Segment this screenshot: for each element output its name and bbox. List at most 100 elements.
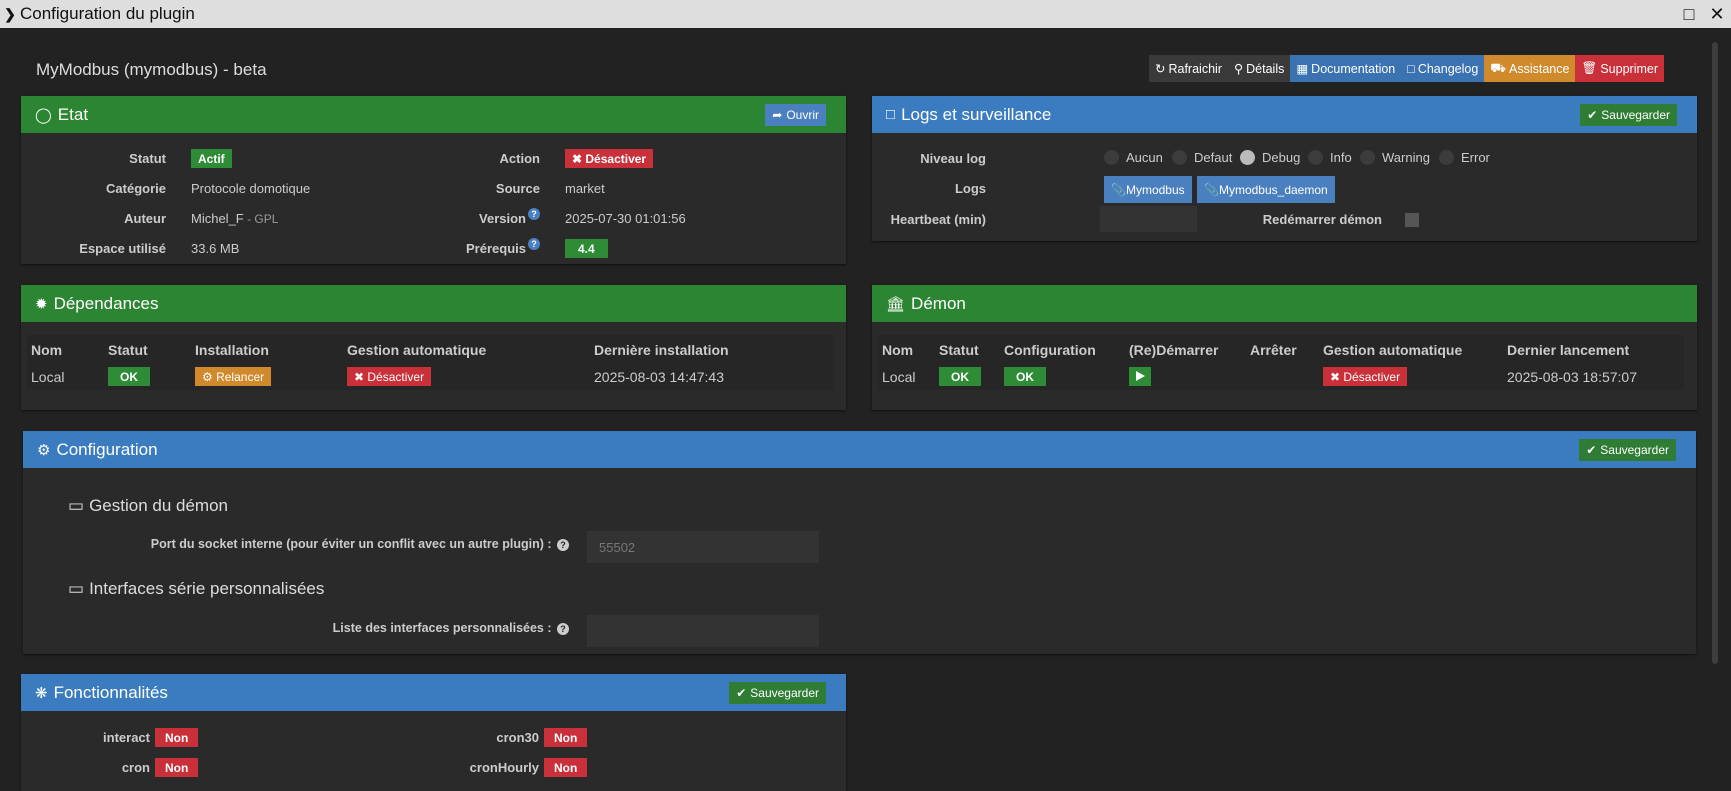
configuration-panel: ⚙ Configuration ✔ Sauvegarder ▭ Gestion du… <box>23 431 1696 654</box>
source-label: Source <box>495 181 540 196</box>
col-gestion: Gestion automatique <box>347 342 487 358</box>
port-input[interactable]: 55502 <box>587 531 819 563</box>
statut-badge: Actif <box>191 149 232 168</box>
demon-nom: Local <box>882 369 916 385</box>
niveau-log-label: Niveau log <box>920 151 986 166</box>
open-button[interactable]: ➦ Ouvrir <box>765 104 826 126</box>
details-button[interactable]: ⚲ Détails <box>1227 55 1291 82</box>
check-circle-icon: ✔ <box>736 686 747 700</box>
log-level-aucun[interactable]: Aucun <box>1104 150 1163 165</box>
documentation-button[interactable]: ▦ Documentation <box>1290 55 1402 82</box>
relancer-button[interactable]: ⚙ Relancer <box>195 367 272 386</box>
config-save-button[interactable]: ✔ Sauvegarder <box>1579 439 1676 461</box>
etat-panel: ◯ Etat ➦ Ouvrir Statut Actif Action ✖ Dés… <box>21 96 846 264</box>
delete-button[interactable]: 🗑 Supprimer <box>1575 55 1665 82</box>
radio-icon <box>1104 150 1119 165</box>
refresh-icon: ↻ <box>1155 62 1166 76</box>
radio-icon <box>1360 150 1375 165</box>
close-icon: ✖ <box>572 151 586 166</box>
puzzle-icon: ❋ <box>35 684 48 702</box>
cogs-icon: ⚙ <box>37 441 51 459</box>
restart-daemon-label: Redémarrer démon <box>1262 212 1382 227</box>
version-value: 2025-07-30 01:01:56 <box>565 211 686 226</box>
bicycle-icon: ⚙ <box>202 369 217 384</box>
bank-icon: 🏛 <box>886 295 906 313</box>
log-mymodbus-daemon-button[interactable]: 📎 Mymodbus_daemon <box>1197 176 1335 203</box>
paperclip-icon: 📎 <box>1204 182 1219 197</box>
close-icon[interactable]: ✕ <box>1703 4 1731 25</box>
demon-header: 🏛 Démon <box>872 285 1697 322</box>
logs-label: Logs <box>954 181 986 196</box>
log-mymodbus-button[interactable]: 📎 Mymodbus <box>1104 176 1192 203</box>
file-icon: □ <box>886 106 896 123</box>
interfaces-input[interactable] <box>587 615 819 647</box>
hdd-icon: ▭ <box>68 579 85 598</box>
log-level-defaut[interactable]: Defaut <box>1172 150 1232 165</box>
dep-derniere: 2025-08-03 14:47:43 <box>594 369 724 385</box>
col-statut: Statut <box>108 342 148 358</box>
ambulance-icon: ⛟ <box>1490 60 1507 75</box>
dep-deactivate-button[interactable]: ✖ Désactiver <box>347 367 432 386</box>
statut-label: Statut <box>129 151 166 166</box>
fonctionnalites-header: ❋ Fonctionnalités ✔ Sauvegarder <box>21 674 846 711</box>
deactivate-plugin-button[interactable]: ✖ Désactiver <box>565 149 654 168</box>
help-icon[interactable]: ? <box>557 539 569 551</box>
prerequis-badge: 4.4 <box>565 239 608 258</box>
col-arreter: Arrêter <box>1250 342 1297 358</box>
categorie-label: Catégorie <box>106 181 166 196</box>
log-level-debug[interactable]: Debug <box>1240 150 1300 165</box>
cron-badge: Non <box>155 758 199 777</box>
close-icon: ✖ <box>1330 369 1344 384</box>
port-label: Port du socket interne (pour éviter un c… <box>151 537 569 551</box>
demon-statut-badge: OK <box>939 367 981 386</box>
help-icon[interactable]: ? <box>557 623 569 635</box>
play-icon[interactable] <box>1129 367 1151 386</box>
demon-deactivate-button[interactable]: ✖ Désactiver <box>1323 367 1408 386</box>
logs-save-button[interactable]: ✔ Sauvegarder <box>1580 104 1677 126</box>
log-level-info[interactable]: Info <box>1308 150 1352 165</box>
etat-header: ◯ Etat ➦ Ouvrir <box>21 96 846 133</box>
spinner-icon: ◯ <box>35 106 52 124</box>
radio-icon <box>1439 150 1454 165</box>
cron30-badge: Non <box>544 728 588 747</box>
action-label: Action <box>499 151 540 166</box>
cron30-label: cron30 <box>496 730 539 745</box>
help-icon[interactable]: ? <box>528 238 540 250</box>
col-configuration: Configuration <box>1004 342 1096 358</box>
help-icon[interactable]: ? <box>528 208 540 220</box>
cronhourly-label: cronHourly <box>469 760 539 775</box>
fonct-save-button[interactable]: ✔ Sauvegarder <box>729 682 826 704</box>
restart-daemon-checkbox[interactable] <box>1405 213 1419 227</box>
plugin-toolbar: ↻ Rafraichir ⚲ Détails ▦ Documentation □ Cha… <box>1149 55 1665 82</box>
dep-statut-badge: OK <box>108 367 150 386</box>
maximize-icon[interactable]: □ <box>1675 4 1703 25</box>
share-icon: ➦ <box>772 108 783 122</box>
section-gestion-demon: ▭ Gestion du démon <box>68 496 228 515</box>
check-circle-icon: ✔ <box>1586 443 1597 457</box>
cron-label: cron <box>121 760 150 775</box>
chevron-right-icon[interactable]: ❯ <box>0 6 20 23</box>
close-icon: ✖ <box>354 369 368 384</box>
refresh-button[interactable]: ↻ Rafraichir <box>1149 55 1228 82</box>
demon-table: Nom Statut Configuration (Re)Démarrer Ar… <box>878 335 1684 390</box>
auteur-label: Auteur <box>124 211 166 226</box>
interact-badge: Non <box>155 728 199 747</box>
demon-panel: 🏛 Démon Nom Statut Configuration (Re)Dém… <box>872 285 1697 410</box>
dependances-header: ✹ Dépendances <box>21 285 846 322</box>
assistance-button[interactable]: ⛟ Assistance <box>1484 55 1576 82</box>
changelog-button[interactable]: □ Changelog <box>1401 55 1485 82</box>
book-icon: ▦ <box>1296 62 1309 76</box>
col-statut: Statut <box>939 342 979 358</box>
heartbeat-input[interactable] <box>1100 206 1197 232</box>
logs-panel: □ Logs et surveillance ✔ Sauvegarder Nive… <box>872 96 1697 241</box>
log-level-error[interactable]: Error <box>1439 150 1490 165</box>
section-interfaces-serie: ▭ Interfaces série personnalisées <box>68 579 325 598</box>
heartbeat-label: Heartbeat (min) <box>890 212 986 227</box>
dependances-table: Nom Statut Installation Gestion automati… <box>27 335 833 390</box>
interfaces-label: Liste des interfaces personnalisées : ? <box>333 621 569 635</box>
categorie-value: Protocole domotique <box>191 181 311 196</box>
col-gestion: Gestion automatique <box>1323 342 1463 358</box>
scrollbar[interactable] <box>1712 42 1718 664</box>
check-circle-icon: ✔ <box>1587 108 1598 122</box>
log-level-warning[interactable]: Warning <box>1360 150 1430 165</box>
